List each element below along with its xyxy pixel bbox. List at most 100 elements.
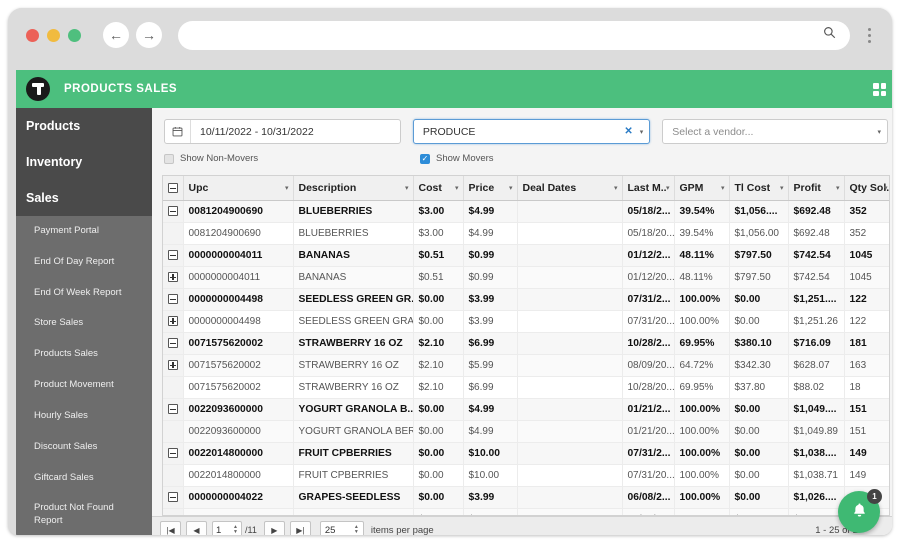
sidebar-item-hourly-sales[interactable]: Hourly Sales [16, 401, 152, 432]
sidebar-item-end-of-day-report[interactable]: End Of Day Report [16, 247, 152, 278]
sidebar-item-store-sales[interactable]: Store Sales [16, 308, 152, 339]
table-row[interactable]: 0000000004011 BANANAS $0.51 $0.99 01/12/2...… [163, 244, 889, 267]
table-row[interactable]: 0081204900690 BLUEBERRIES $3.00 $4.99 05/18/… [163, 200, 889, 223]
row-expand-cell[interactable] [163, 398, 184, 421]
collapse-icon[interactable] [167, 404, 178, 415]
next-page-button[interactable]: ▶ [263, 521, 285, 535]
collapse-icon[interactable] [167, 206, 178, 217]
sidebar-item-payment-portal[interactable]: Payment Portal [16, 216, 152, 247]
chevron-down-icon[interactable]: ▾ [455, 184, 459, 192]
first-page-button[interactable]: |◀ [160, 521, 181, 535]
row-expand-cell[interactable] [163, 420, 184, 443]
row-expand-cell[interactable] [163, 310, 184, 333]
department-select[interactable]: PRODUCE ✕ ▾ [412, 119, 651, 144]
sidebar-item-products[interactable]: Products [16, 108, 152, 144]
chevron-down-icon[interactable]: ▾ [884, 184, 888, 192]
stepper-icon[interactable]: ▲ ▼ [233, 525, 238, 535]
sidebar-item-product-movement[interactable]: Product Movement [16, 370, 152, 401]
row-expand-cell[interactable] [163, 244, 184, 267]
table-row[interactable]: 0081204900690 BLUEBERRIES $3.00 $4.99 05/18/… [163, 222, 889, 245]
row-expand-cell[interactable] [163, 508, 184, 515]
row-expand-cell[interactable] [163, 288, 184, 311]
calendar-icon[interactable] [165, 120, 191, 143]
page-size-select[interactable]: 25 ▲ ▼ [319, 521, 364, 535]
checkbox-box[interactable] [164, 153, 174, 164]
show-non-movers-checkbox[interactable]: Show Non-Movers [164, 153, 420, 164]
row-expand-cell[interactable] [163, 442, 184, 465]
search-icon[interactable] [823, 26, 836, 44]
column-header-qty-sold[interactable]: Qty Sol.. ▾ [844, 176, 889, 201]
row-expand-cell[interactable] [163, 332, 184, 355]
collapse-icon[interactable] [167, 448, 178, 459]
column-header-cost[interactable]: Cost ▾ [413, 176, 464, 201]
collapse-icon[interactable] [167, 250, 178, 261]
sidebar-item-product-not-found-report[interactable]: Product Not Found Report [16, 493, 152, 535]
expand-all-header[interactable] [163, 176, 184, 201]
vendor-select[interactable]: Select a vendor... ▾ [662, 119, 888, 144]
row-expand-cell[interactable] [163, 376, 184, 399]
column-header-tl-cost[interactable]: Tl Cost ▾ [729, 176, 789, 201]
browser-menu-icon[interactable] [860, 27, 878, 43]
close-icon[interactable]: ✕ [624, 126, 632, 137]
row-expand-cell[interactable] [163, 266, 184, 289]
expand-icon[interactable] [167, 316, 178, 327]
chevron-down-icon[interactable]: ▾ [509, 184, 513, 192]
table-row[interactable]: 0000000004498SEEDLESS GREEN GRAPE$0.00$3… [163, 310, 889, 333]
chevron-down-icon[interactable]: ▾ [666, 184, 670, 192]
apps-grid-icon[interactable] [873, 83, 886, 96]
chevron-down-icon[interactable]: ▾ [877, 128, 881, 136]
date-range-input[interactable]: 10/11/2022 - 10/31/2022 [164, 119, 401, 144]
window-close-button[interactable] [26, 28, 39, 42]
column-header-gpm[interactable]: GPM ▾ [674, 176, 730, 201]
window-minimize-button[interactable] [47, 28, 60, 42]
sidebar-item-giftcard-sales[interactable]: Giftcard Sales [16, 463, 152, 494]
table-row[interactable]: 0000000004022GRAPES-SEEDLESS$0.00$3.9906… [163, 486, 889, 509]
column-header-deal-dates[interactable]: Deal Dates ▾ [517, 176, 623, 201]
last-page-button[interactable]: ▶| [289, 521, 311, 535]
column-header-profit[interactable]: Profit ▾ [788, 176, 845, 201]
show-movers-checkbox[interactable]: ✓ Show Movers [420, 153, 494, 164]
row-expand-cell[interactable] [163, 354, 184, 377]
table-row[interactable]: 0000000004011 BANANAS $0.51 $0.99 01/12/20..… [163, 266, 889, 289]
forward-icon[interactable]: → [136, 22, 162, 48]
table-row[interactable]: 0022014800000 FRUIT CPBERRIES $0.00 $10.00 0… [163, 464, 889, 487]
prev-page-button[interactable]: ◀ [186, 521, 207, 535]
stepper-icon[interactable]: ▲ ▼ [354, 525, 359, 535]
back-icon[interactable]: ← [103, 22, 129, 48]
sidebar-item-discount-sales[interactable]: Discount Sales [16, 432, 152, 463]
expand-icon[interactable] [167, 360, 178, 371]
collapse-icon[interactable] [167, 338, 178, 349]
chevron-down-icon[interactable]: ▾ [614, 184, 618, 192]
column-header-upc[interactable]: Upc ▾ [183, 176, 294, 201]
collapse-icon[interactable] [167, 183, 178, 194]
table-row[interactable]: 0071575620002 STRAWBERRY 16 OZ $2.10 $6.99 1… [163, 332, 889, 355]
page-number-input[interactable]: 1 ▲ ▼ [212, 521, 242, 535]
table-row[interactable]: 0022014800000 FRUIT CPBERRIES $0.00 $10.00 0… [163, 442, 889, 465]
row-expand-cell[interactable] [163, 486, 184, 509]
chevron-down-icon[interactable]: ▾ [285, 184, 289, 192]
table-row[interactable]: 0071575620002 STRAWBERRY 16 OZ $2.10 $6.99 1… [163, 376, 889, 399]
checkbox-box[interactable]: ✓ [420, 153, 430, 164]
chevron-down-icon[interactable]: ▾ [780, 184, 784, 192]
column-header-price[interactable]: Price ▾ [463, 176, 518, 201]
notifications-button[interactable]: 1 [838, 489, 882, 533]
sidebar-item-sales[interactable]: Sales [16, 180, 152, 216]
table-row[interactable]: 0000000004498 SEEDLESS GREEN GR... $0.00 $3… [163, 288, 889, 311]
chevron-down-icon[interactable]: ▾ [640, 128, 644, 136]
chevron-down-icon[interactable]: ▾ [721, 184, 725, 192]
sidebar-item-inventory[interactable]: Inventory [16, 144, 152, 180]
collapse-icon[interactable] [167, 492, 178, 503]
table-row[interactable]: 0000000004022GRAPES-SEEDLESS$0.00$3.9906… [163, 508, 889, 515]
sidebar-item-products-sales[interactable]: Products Sales [16, 339, 152, 370]
collapse-icon[interactable] [167, 294, 178, 305]
chevron-down-icon[interactable]: ▾ [405, 184, 409, 192]
expand-icon[interactable] [167, 272, 178, 283]
column-header-description[interactable]: Description ▾ [293, 176, 414, 201]
sidebar-item-end-of-week-report[interactable]: End Of Week Report [16, 278, 152, 309]
chevron-down-icon[interactable]: ▾ [836, 184, 840, 192]
table-row[interactable]: 0022093600000 YOGURT GRANOLA B... $0.00 $4.… [163, 398, 889, 421]
row-expand-cell[interactable] [163, 464, 184, 487]
address-bar[interactable] [178, 20, 850, 50]
table-row[interactable]: 0022093600000 YOGURT GRANOLA BER $0.00 $4.9… [163, 420, 889, 443]
row-expand-cell[interactable] [163, 222, 184, 245]
